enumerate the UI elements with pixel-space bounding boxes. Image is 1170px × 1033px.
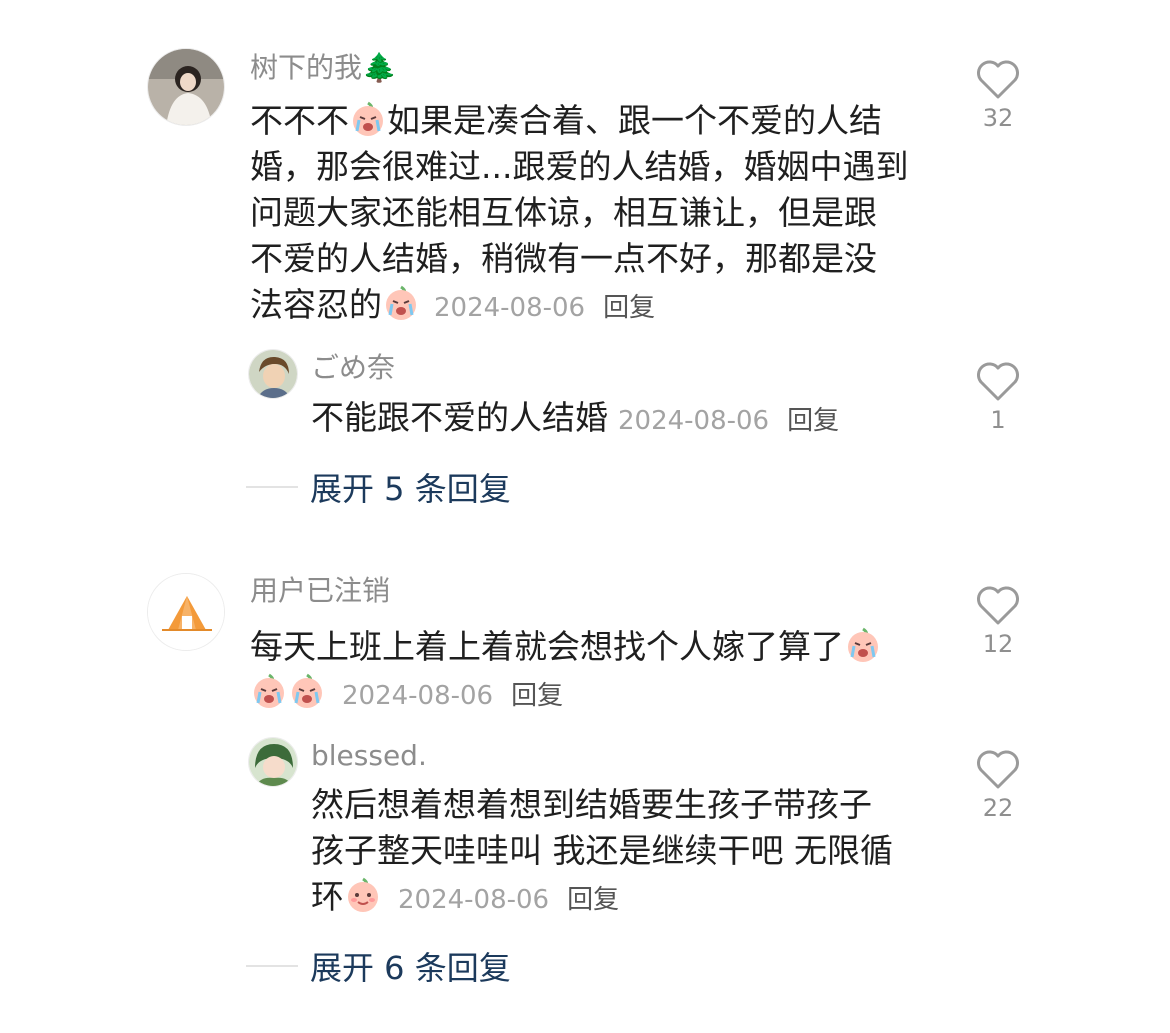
comment-username[interactable]: 树下的我🌲 (250, 48, 397, 88)
like-button[interactable]: 32 (968, 58, 1028, 134)
like-count: 1 (990, 406, 1006, 434)
divider (246, 965, 298, 967)
reply-date: 2024-08-06 (398, 885, 550, 915)
reply-text: 然后想着想着想到结婚要生孩子带孩子 孩子整天哇哇叫 我还是继续干吧 无限循 环 2… (311, 782, 893, 923)
reply-button[interactable]: 回复 (567, 885, 619, 915)
reply-button[interactable]: 回复 (603, 293, 655, 323)
avatar[interactable] (248, 349, 298, 399)
comment-text-line: 问题大家还能相互体谅，相互谦让，但是跟 (250, 193, 877, 232)
like-count: 12 (982, 630, 1014, 658)
reply-username[interactable]: blessed. (311, 736, 427, 776)
heart-outline-icon (977, 60, 1019, 99)
reply-text-line: 孩子整天哇哇叫 我还是继续干吧 无限循 (311, 831, 893, 870)
crying-peach-emoji (844, 626, 882, 664)
crying-peach-emoji (250, 672, 288, 710)
reply-date: 2024-08-06 (618, 406, 770, 436)
comment-date: 2024-08-06 (342, 681, 494, 711)
reply-button[interactable]: 回复 (787, 406, 839, 436)
comment-text-line: 婚，那会很难过...跟爱的人结婚，婚姻中遇到 (250, 147, 909, 186)
crying-peach-emoji (349, 100, 387, 138)
reply-button[interactable]: 回复 (511, 681, 563, 711)
reply-text-line: 然后想着想着想到结婚要生孩子带孩子 (311, 785, 872, 824)
crying-peach-emoji (382, 284, 420, 322)
avatar[interactable] (147, 48, 225, 126)
comment-username[interactable]: 用户已注销 (250, 571, 390, 611)
comment-text-line: 不爱的人结婚，稍微有一点不好，那都是没 (250, 239, 877, 278)
like-button[interactable]: 22 (968, 748, 1028, 824)
like-button[interactable]: 1 (968, 360, 1028, 436)
comment-date: 2024-08-06 (434, 293, 586, 323)
expand-replies-label: 展开 5 条回复 (310, 470, 511, 508)
reply-username[interactable]: ごめ奈 (311, 348, 395, 388)
comment-text: 不不不 如果是凑合着、跟一个不爱的人结 婚，那会很难过...跟爱的人结婚，婚姻中遇… (250, 98, 908, 331)
like-button[interactable]: 12 (968, 584, 1028, 660)
expand-replies-button[interactable]: 展开 6 条回复 (246, 943, 511, 989)
reply-text-line: 不能跟不爱的人结婚 (311, 398, 608, 437)
like-count: 22 (982, 794, 1014, 822)
comment-text-line: 不不不 (250, 101, 349, 140)
heart-outline-icon (977, 586, 1019, 625)
heart-outline-icon (977, 750, 1019, 789)
reply-text: 不能跟不爱的人结婚 2024-08-06 回复 (311, 395, 839, 444)
comment-text-line: 如果是凑合着、跟一个不爱的人结 (387, 101, 882, 140)
comment-text: 每天上班上着上着就会想找个人嫁了算了 2024-08-06 回复 (250, 624, 882, 719)
expand-replies-label: 展开 6 条回复 (310, 949, 511, 987)
heart-outline-icon (977, 362, 1019, 401)
divider (246, 486, 298, 488)
like-count: 32 (982, 104, 1014, 132)
avatar[interactable] (248, 737, 298, 787)
reply-text-line: 环 (311, 877, 344, 916)
expand-replies-button[interactable]: 展开 5 条回复 (246, 464, 511, 510)
comment-text-line: 每天上班上着上着就会想找个人嫁了算了 (250, 627, 844, 666)
crying-peach-emoji (288, 672, 326, 710)
avatar[interactable] (147, 573, 225, 651)
comment-text-line: 法容忍的 (250, 285, 382, 324)
smiling-peach-emoji (344, 876, 382, 914)
